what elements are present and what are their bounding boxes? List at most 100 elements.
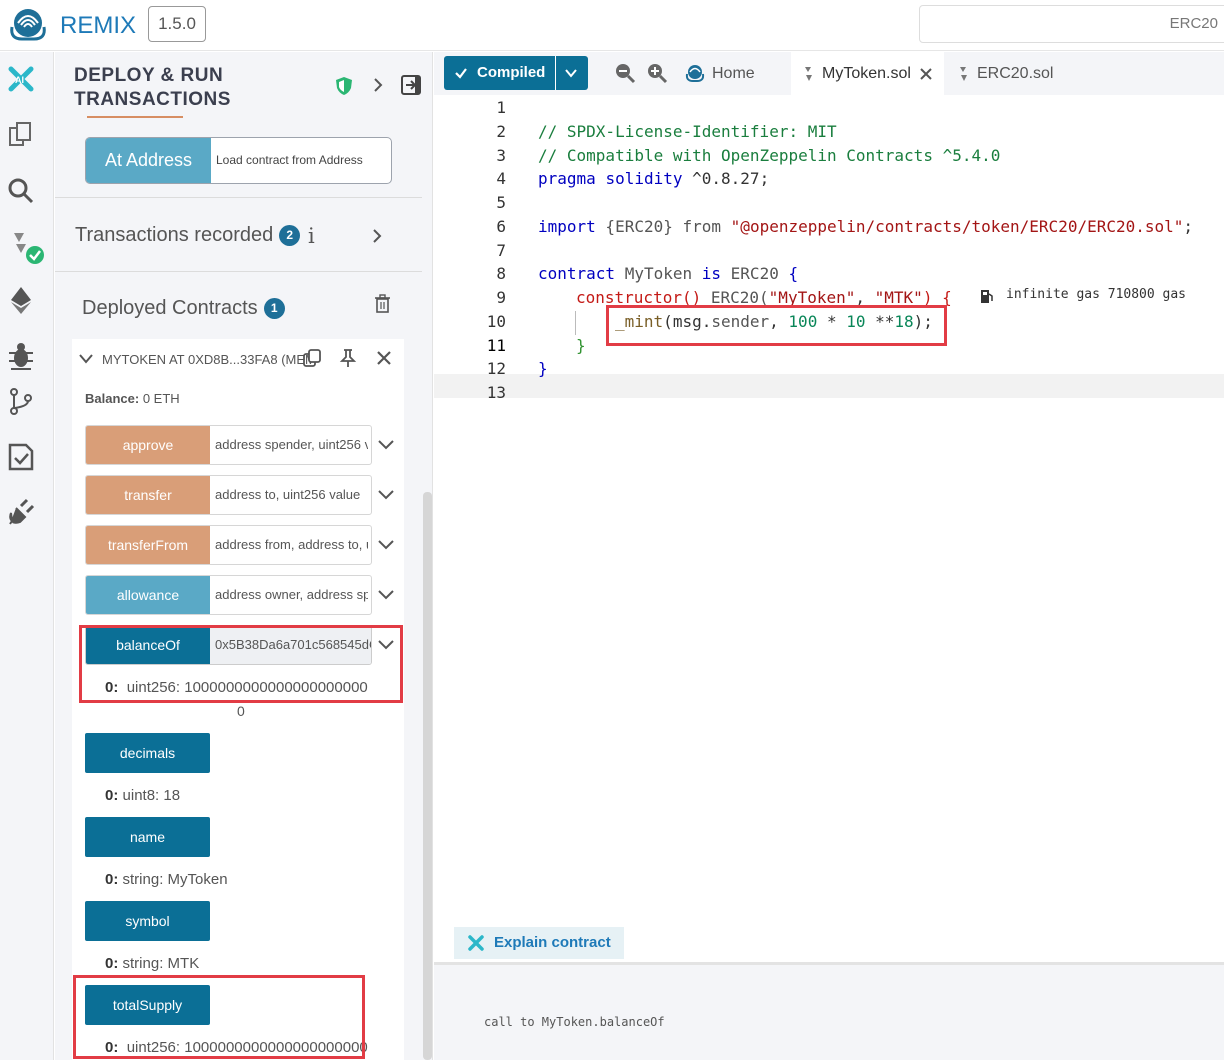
deployed-contracts-row: Deployed Contracts 1 [82, 297, 285, 320]
chevron-down-icon[interactable] [564, 68, 578, 78]
editor-tabs: Compiled Home MyToken.sol ERC20.sol [434, 52, 1224, 95]
chevron-down-icon[interactable] [377, 588, 395, 602]
deploy-run-icon[interactable] [6, 285, 36, 315]
trash-icon[interactable] [374, 294, 391, 313]
name-button[interactable]: name [85, 817, 210, 857]
tab-erc20[interactable]: ERC20.sol [946, 52, 1056, 95]
allowance-input[interactable]: address owner, address spender [215, 576, 368, 614]
chevron-down-icon[interactable] [78, 352, 94, 366]
git-icon[interactable] [6, 386, 36, 416]
copy-icon[interactable] [302, 348, 322, 368]
gas-pump-icon [981, 290, 993, 303]
transferFrom-input[interactable]: address from, address to, uint256 value [215, 526, 368, 564]
code-line-12: } [538, 359, 548, 378]
version-badge[interactable]: 1.5.0 [148, 6, 206, 42]
code-line-3: // Compatible with OpenZeppelin Contract… [538, 146, 1001, 165]
app-brand: REMIX [60, 12, 137, 39]
function-transfer: transfer address to, uint256 value [85, 475, 372, 515]
zoom-out-icon[interactable] [614, 62, 636, 84]
at-address-button[interactable]: At Address [86, 138, 211, 183]
gas-estimate: infinite gas 710800 gas [1006, 287, 1187, 302]
close-tab-icon[interactable] [919, 67, 933, 81]
name-output: 0: string: MyToken [105, 871, 228, 888]
balanceOf-output-wrap: 0 [237, 703, 245, 719]
line-number: 11 [486, 336, 506, 355]
approve-button[interactable]: approve [86, 426, 210, 464]
solidity-compiler-icon[interactable] [6, 230, 48, 266]
highlight-box [79, 625, 403, 703]
decimals-output: 0: uint8: 18 [105, 787, 181, 804]
highlight-box [606, 305, 947, 346]
transfer-input[interactable]: address to, uint256 value [215, 476, 368, 514]
file-explorer-icon[interactable] [6, 120, 36, 150]
divider [55, 197, 422, 198]
chevron-down-icon[interactable] [377, 538, 395, 552]
svg-text:AI: AI [15, 75, 24, 85]
tab-home[interactable]: Home [684, 52, 784, 95]
load-address-input[interactable]: Load contract from Address [216, 138, 363, 183]
current-line-highlight [434, 374, 1224, 398]
pin-icon[interactable] [338, 348, 358, 368]
line-number: 5 [496, 193, 506, 212]
compiled-button[interactable]: Compiled [444, 56, 588, 90]
solidity-file-icon [960, 67, 967, 81]
remix-logo-icon[interactable] [6, 5, 50, 45]
top-bar: REMIX 1.5.0 ERC20 [0, 0, 1224, 51]
code-line-2: // SPDX-License-Identifier: MIT [538, 122, 837, 141]
deploy-run-panel: DEPLOY & RUN TRANSACTIONS At Address Loa… [55, 52, 433, 1060]
code-line-6: import {ERC20} from "@openzeppelin/contr… [538, 217, 1194, 236]
deployed-instance-card: MYTOKEN AT 0XD8B...33FA8 (MEMORY) Balanc… [72, 339, 404, 1060]
panel-title: DEPLOY & RUN TRANSACTIONS [74, 65, 231, 110]
line-number: 9 [496, 288, 506, 307]
search-icon[interactable] [6, 176, 36, 206]
allowance-button[interactable]: allowance [86, 576, 210, 614]
line-number: 1 [496, 98, 506, 117]
decimals-button[interactable]: decimals [85, 733, 210, 773]
chevron-right-icon[interactable] [371, 227, 383, 245]
check-icon [455, 68, 467, 79]
terminal: call to MyToken.balanceOf [434, 965, 1224, 1060]
balance-row: Balance: 0 ETH [85, 391, 180, 406]
close-icon[interactable] [375, 349, 393, 367]
top-search-input[interactable]: ERC20 [919, 5, 1224, 43]
remix-home-icon [685, 65, 705, 82]
transfer-button[interactable]: transfer [86, 476, 210, 514]
unit-testing-icon[interactable] [6, 442, 36, 472]
chevron-down-icon[interactable] [377, 438, 395, 452]
chevron-down-icon[interactable] [377, 488, 395, 502]
line-number: 13 [486, 383, 506, 402]
symbol-button[interactable]: symbol [85, 901, 210, 941]
deployed-count-badge: 1 [263, 298, 285, 320]
function-allowance: allowance address owner, address spender [85, 575, 372, 615]
close-panel-icon[interactable] [400, 74, 422, 96]
transactions-count-badge: 2 [279, 225, 301, 247]
explain-contract-button[interactable]: Explain contract [454, 927, 624, 959]
approve-input[interactable]: address spender, uint256 value [215, 426, 368, 464]
title-underline [87, 116, 183, 118]
chevron-right-icon[interactable] [372, 76, 384, 94]
deployed-contracts-label: Deployed Contracts [82, 297, 258, 319]
plugin-manager-icon[interactable] [6, 497, 36, 527]
line-number: 10 [486, 312, 506, 331]
line-number: 7 [496, 241, 506, 260]
tab-mytoken[interactable]: MyToken.sol [791, 52, 944, 95]
function-transferFrom: transferFrom address from, address to, u… [85, 525, 372, 565]
at-address-group: At Address Load contract from Address [85, 137, 392, 184]
editor-area: Compiled Home MyToken.sol ERC20.sol 1 2 … [434, 52, 1224, 1060]
transferFrom-button[interactable]: transferFrom [86, 526, 210, 564]
divider [55, 271, 422, 272]
ai-icon [468, 935, 484, 951]
transactions-recorded-row[interactable]: Transactions recorded 2 [75, 224, 301, 247]
panel-scrollbar[interactable] [423, 492, 432, 1060]
line-number: 6 [496, 217, 506, 236]
code-editor[interactable]: 1 2 3 4 5 6 7 8 9 10 11 12 13 // SPDX-Li… [434, 95, 1224, 455]
indent-guide [575, 311, 576, 335]
terminal-log: call to MyToken.balanceOf [484, 1015, 665, 1029]
zoom-in-icon[interactable] [646, 62, 668, 84]
debugger-icon[interactable] [6, 341, 36, 371]
instance-title[interactable]: MYTOKEN AT 0XD8B...33FA8 (MEMORY) [102, 352, 312, 367]
transactions-label: Transactions recorded [75, 224, 274, 246]
ai-assistant-icon[interactable]: AI [6, 64, 36, 94]
info-icon[interactable]: i [308, 224, 315, 248]
verified-shield-icon [336, 77, 352, 95]
